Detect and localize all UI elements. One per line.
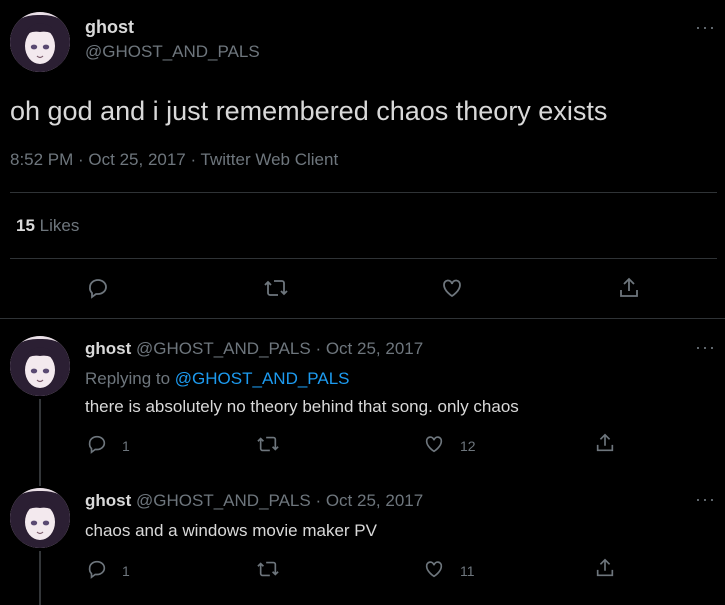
avatar[interactable] bbox=[10, 488, 70, 548]
reply-text: chaos and a windows movie maker PV bbox=[85, 521, 377, 540]
retweet-icon[interactable] bbox=[256, 433, 280, 455]
more-icon[interactable]: ··· bbox=[695, 18, 716, 36]
like-icon[interactable] bbox=[423, 558, 445, 580]
like-count: 11 bbox=[460, 563, 475, 579]
thread-line bbox=[39, 551, 41, 605]
reply-text: there is absolutely no theory behind tha… bbox=[85, 397, 519, 416]
reply-display-name[interactable]: ghost bbox=[85, 491, 131, 510]
reply-icon[interactable] bbox=[86, 558, 108, 580]
share-icon[interactable] bbox=[594, 557, 616, 579]
reply-handle-date[interactable]: @GHOST_AND_PALS · Oct 25, 2017 bbox=[136, 491, 423, 510]
retweet-icon[interactable] bbox=[256, 558, 280, 580]
divider bbox=[10, 258, 717, 259]
reply-header: ghost @GHOST_AND_PALS · Oct 25, 2017 bbox=[85, 339, 423, 359]
avatar[interactable] bbox=[10, 12, 70, 72]
share-icon[interactable] bbox=[594, 432, 616, 454]
author-handle[interactable]: @GHOST_AND_PALS bbox=[85, 42, 260, 62]
likes-label: Likes bbox=[39, 216, 80, 235]
thread-line bbox=[39, 399, 41, 476]
replying-prefix: Replying to bbox=[85, 369, 171, 388]
reply-count: 1 bbox=[122, 438, 130, 454]
more-icon[interactable]: ··· bbox=[695, 490, 716, 508]
reply-display-name[interactable]: ghost bbox=[85, 339, 131, 358]
retweet-icon[interactable] bbox=[263, 276, 289, 300]
divider bbox=[0, 318, 725, 319]
more-icon[interactable]: ··· bbox=[695, 338, 716, 356]
reply-icon[interactable] bbox=[86, 276, 110, 300]
tweet-meta[interactable]: 8:52 PM · Oct 25, 2017 · Twitter Web Cli… bbox=[10, 150, 338, 170]
share-icon[interactable] bbox=[617, 276, 641, 300]
thread-line bbox=[39, 476, 41, 486]
avatar[interactable] bbox=[10, 336, 70, 396]
reply-count: 1 bbox=[122, 563, 130, 579]
replying-to-link[interactable]: @GHOST_AND_PALS bbox=[175, 369, 350, 388]
like-icon[interactable] bbox=[423, 433, 445, 455]
divider bbox=[10, 192, 717, 193]
replying-to: Replying to @GHOST_AND_PALS bbox=[85, 369, 350, 389]
reply-header: ghost @GHOST_AND_PALS · Oct 25, 2017 bbox=[85, 491, 423, 511]
like-icon[interactable] bbox=[440, 276, 464, 300]
like-count: 12 bbox=[460, 438, 476, 454]
tweet-text: oh god and i just remembered chaos theor… bbox=[10, 96, 608, 126]
reply-icon[interactable] bbox=[86, 433, 108, 455]
likes-count: 15 bbox=[16, 216, 35, 235]
author-display-name[interactable]: ghost bbox=[85, 17, 134, 38]
reply-handle-date[interactable]: @GHOST_AND_PALS · Oct 25, 2017 bbox=[136, 339, 423, 358]
likes-stat[interactable]: 15 Likes bbox=[16, 216, 79, 236]
